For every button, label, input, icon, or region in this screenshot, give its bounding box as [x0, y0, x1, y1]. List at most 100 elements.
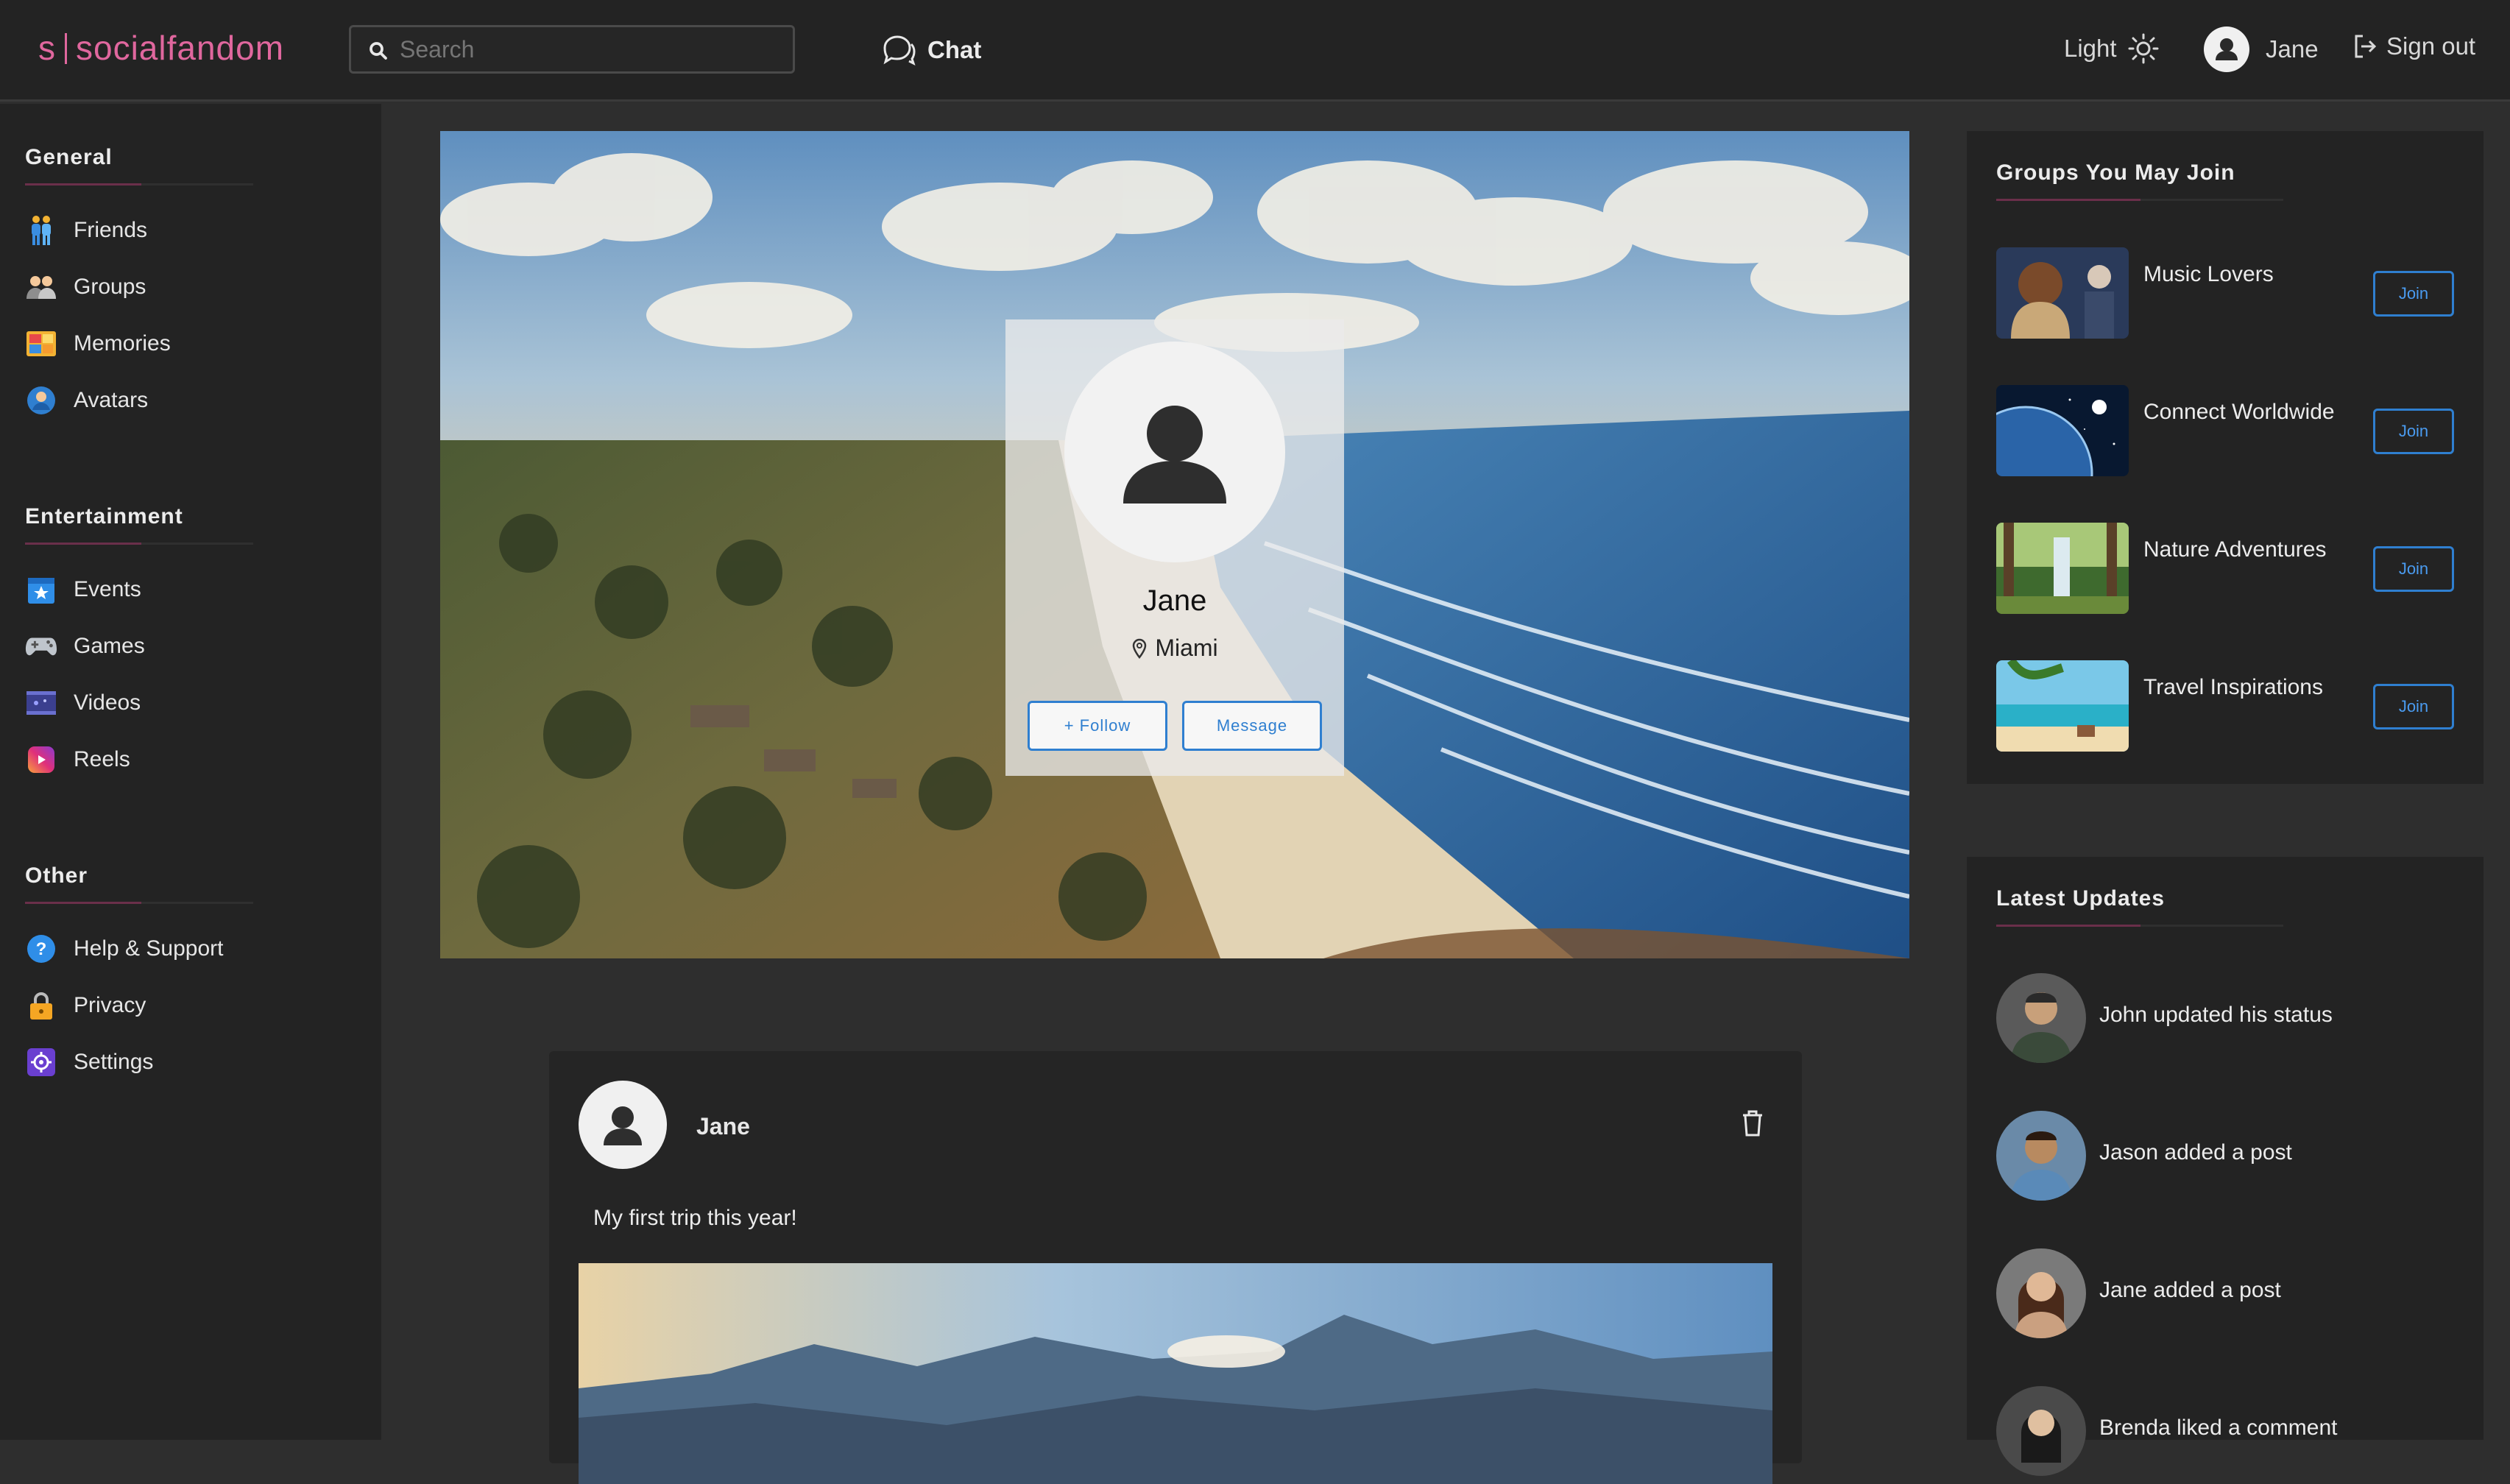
- gamepad-icon: [25, 630, 57, 662]
- group-thumbnail[interactable]: [1996, 247, 2129, 339]
- join-group-button[interactable]: Join: [2373, 271, 2454, 317]
- post-image[interactable]: [579, 1263, 1772, 1484]
- theme-label: Light: [2064, 35, 2117, 62]
- events-icon: [25, 573, 57, 606]
- friends-icon: [25, 214, 57, 247]
- search-icon: [370, 42, 387, 60]
- profile-avatar: [1064, 342, 1285, 562]
- search-box[interactable]: [349, 25, 795, 74]
- user-menu[interactable]: Jane: [2204, 26, 2319, 72]
- sidebar-item-label: Groups: [74, 274, 146, 299]
- sidebar-item-reels[interactable]: Reels: [25, 731, 253, 788]
- group-thumbnail[interactable]: [1996, 523, 2129, 614]
- group-name[interactable]: Connect Worldwide: [2143, 394, 2335, 431]
- latest-updates-panel: Latest Updates John updated his status J…: [1967, 857, 2484, 1476]
- update-item[interactable]: Brenda liked a comment: [1996, 1386, 2454, 1477]
- update-avatar[interactable]: [1996, 1386, 2086, 1476]
- groups-panel: Groups You May Join Music Lovers Join Co…: [1967, 131, 2484, 784]
- panel-divider: [1996, 199, 2283, 201]
- sidebar-item-memories[interactable]: Memories: [25, 315, 253, 372]
- update-item[interactable]: Jason added a post: [1996, 1111, 2454, 1202]
- trash-icon[interactable]: [1742, 1110, 1764, 1137]
- section-divider: [25, 902, 253, 904]
- sidebar-section-entertainment: Entertainment Events Games Videos Reels: [25, 504, 253, 788]
- sidebar-item-label: Privacy: [74, 992, 146, 1017]
- sidebar-item-label: Settings: [74, 1049, 154, 1074]
- sidebar-item-label: Friends: [74, 217, 148, 242]
- chat-link[interactable]: Chat: [880, 31, 981, 69]
- group-item: Nature Adventures Join: [1996, 523, 2454, 614]
- help-icon: ?: [25, 933, 57, 965]
- group-name[interactable]: Music Lovers: [2143, 256, 2335, 293]
- sidebar-item-settings[interactable]: Settings: [25, 1034, 253, 1090]
- chat-icon: [883, 35, 916, 66]
- sidebar-item-events[interactable]: Events: [25, 561, 253, 618]
- post-card: Jane My first trip this year!: [549, 1051, 1802, 1484]
- follow-button[interactable]: + Follow: [1028, 701, 1167, 751]
- update-avatar[interactable]: [1996, 973, 2086, 1063]
- sidebar-section-general: General Friends Groups Memories Avatars: [25, 145, 253, 428]
- sidebar-item-avatars[interactable]: Avatars: [25, 372, 253, 428]
- sidebar-item-friends[interactable]: Friends: [25, 202, 253, 258]
- videos-icon: [25, 687, 57, 719]
- sidebar-item-label: Avatars: [74, 387, 149, 412]
- update-item[interactable]: Jane added a post: [1996, 1248, 2454, 1340]
- location-pin-icon: [1133, 638, 1147, 659]
- memories-icon: [25, 328, 57, 360]
- group-name[interactable]: Nature Adventures: [2143, 531, 2335, 568]
- update-item[interactable]: John updated his status: [1996, 973, 2454, 1064]
- sidebar-item-privacy[interactable]: Privacy: [25, 977, 253, 1034]
- sidebar-item-groups[interactable]: Groups: [25, 258, 253, 315]
- join-group-button[interactable]: Join: [2373, 546, 2454, 592]
- sign-out-label: Sign out: [2386, 32, 2476, 60]
- groups-panel-title: Groups You May Join: [1996, 160, 2235, 185]
- top-bar: s socialfandom Chat Light Jane Sign out: [0, 0, 2510, 102]
- sidebar-item-label: Memories: [74, 331, 171, 356]
- section-divider: [25, 543, 253, 545]
- updates-panel-title: Latest Updates: [1996, 886, 2166, 911]
- section-title: Other: [25, 863, 88, 888]
- user-avatar: [2204, 26, 2249, 72]
- profile-location: Miami: [1005, 635, 1344, 662]
- sign-out-button[interactable]: Sign out: [2352, 32, 2475, 60]
- group-name[interactable]: Travel Inspirations: [2143, 669, 2335, 706]
- group-thumbnail[interactable]: [1996, 385, 2129, 476]
- groups-icon: [25, 271, 57, 303]
- profile-card: Jane Miami + Follow Message: [1005, 319, 1344, 776]
- update-text: Brenda liked a comment: [2099, 1416, 2338, 1440]
- group-item: Music Lovers Join: [1996, 247, 2454, 339]
- search-input[interactable]: [400, 33, 782, 66]
- sidebar-item-games[interactable]: Games: [25, 618, 253, 674]
- user-name: Jane: [2266, 35, 2319, 63]
- join-group-button[interactable]: Join: [2373, 684, 2454, 729]
- group-thumbnail[interactable]: [1996, 660, 2129, 752]
- join-group-button[interactable]: Join: [2373, 409, 2454, 454]
- update-avatar[interactable]: [1996, 1248, 2086, 1338]
- section-title: General: [25, 145, 113, 169]
- avatars-icon: [25, 384, 57, 417]
- logo-divider: [65, 33, 67, 64]
- sidebar-item-help-support[interactable]: ? Help & Support: [25, 920, 253, 977]
- sidebar-item-label: Reels: [74, 746, 130, 771]
- sun-icon: [2128, 33, 2159, 64]
- post-author-avatar[interactable]: [579, 1081, 667, 1169]
- post-author-name[interactable]: Jane: [696, 1113, 750, 1140]
- update-avatar[interactable]: [1996, 1111, 2086, 1201]
- lock-icon: [25, 989, 57, 1022]
- sidebar-item-label: Help & Support: [74, 936, 224, 961]
- sign-out-icon: [2355, 35, 2377, 58]
- brand-logo[interactable]: s socialfandom: [38, 28, 284, 68]
- sidebar-section-other: Other ? Help & Support Privacy Settings: [25, 863, 253, 1090]
- theme-toggle[interactable]: Light: [2064, 32, 2160, 65]
- update-text: John updated his status: [2099, 1003, 2333, 1027]
- group-item: Travel Inspirations Join: [1996, 660, 2454, 752]
- group-item: Connect Worldwide Join: [1996, 385, 2454, 476]
- section-divider: [25, 183, 253, 186]
- message-button[interactable]: Message: [1182, 701, 1322, 751]
- location-label: Miami: [1155, 635, 1218, 661]
- post-text: My first trip this year!: [593, 1206, 797, 1230]
- update-text: Jane added a post: [2099, 1278, 2281, 1302]
- panel-divider: [1996, 925, 2283, 927]
- section-title: Entertainment: [25, 504, 183, 529]
- sidebar-item-videos[interactable]: Videos: [25, 674, 253, 731]
